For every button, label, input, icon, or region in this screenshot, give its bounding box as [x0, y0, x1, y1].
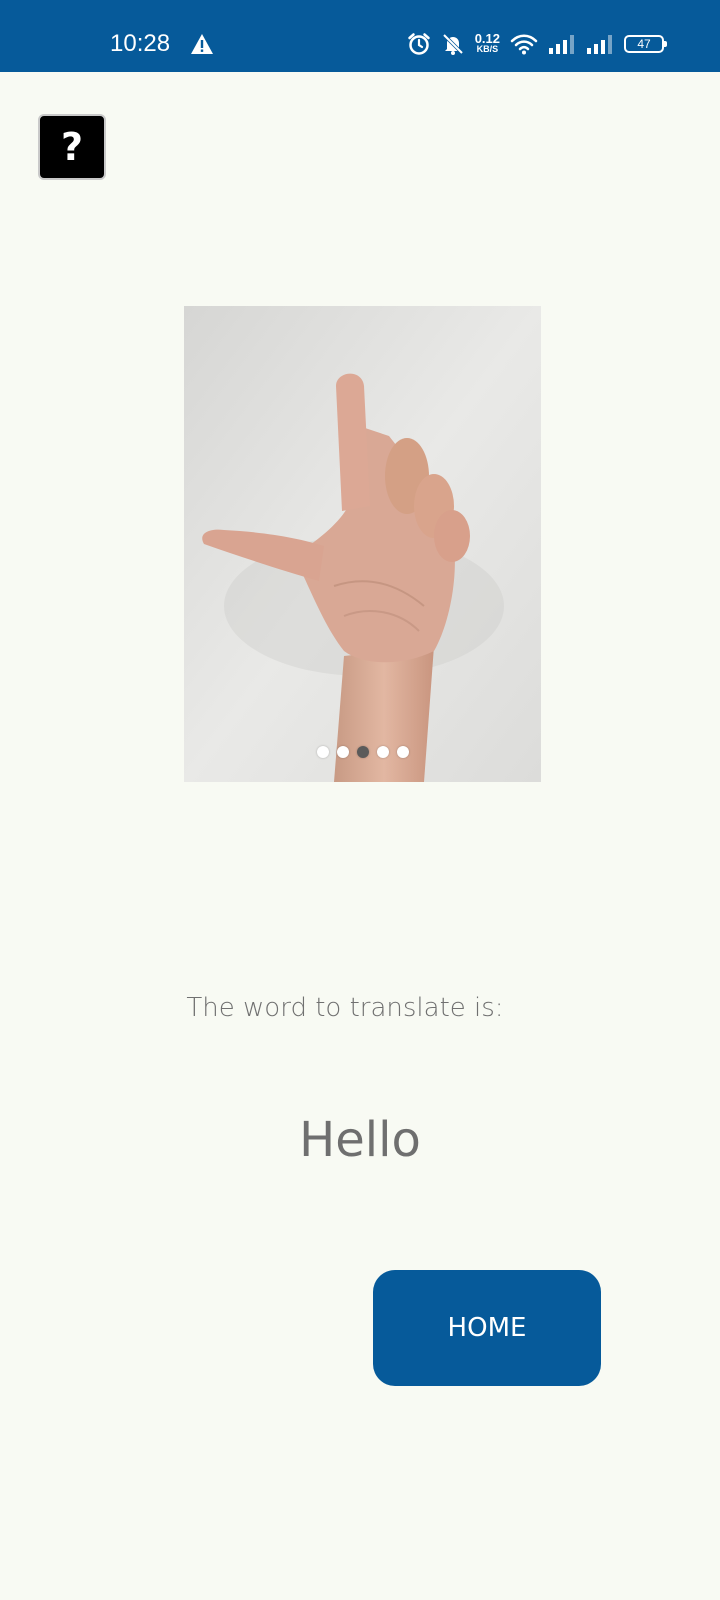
- signal-icon: [549, 35, 574, 54]
- status-icons: 0.12 KB/S 47: [407, 28, 667, 60]
- question-mark-icon: ?: [60, 125, 84, 169]
- carousel-dot-active[interactable]: [356, 746, 369, 758]
- carousel-dot[interactable]: [396, 746, 409, 758]
- sign-image: [184, 306, 541, 782]
- warning-icon: [191, 34, 213, 54]
- network-speed-value: 0.12: [474, 31, 500, 46]
- bell-muted-icon: [442, 33, 463, 55]
- home-button-label: HOME: [447, 1313, 527, 1343]
- signal-icon: [587, 35, 612, 54]
- home-button[interactable]: HOME: [373, 1270, 601, 1386]
- carousel-indicator: [184, 746, 541, 758]
- alarm-icon: [407, 33, 430, 55]
- wifi-icon: [510, 34, 538, 55]
- status-time: 10:28: [110, 30, 171, 57]
- carousel-dot[interactable]: [376, 746, 389, 758]
- carousel-dot[interactable]: [336, 746, 349, 758]
- battery-level: 47: [637, 37, 651, 51]
- prompt-label: The word to translate is:: [186, 993, 504, 1023]
- carousel-dot[interactable]: [316, 746, 329, 758]
- battery-icon: 47: [624, 35, 667, 53]
- help-button[interactable]: ?: [38, 114, 106, 180]
- sign-image-carousel[interactable]: [184, 306, 541, 782]
- word-to-translate: Hello: [299, 1112, 421, 1168]
- network-speed-unit: KB/S: [476, 44, 499, 54]
- status-bar: 10:28 0.12 KB/S 47: [0, 0, 720, 72]
- network-speed: 0.12 KB/S: [474, 31, 500, 55]
